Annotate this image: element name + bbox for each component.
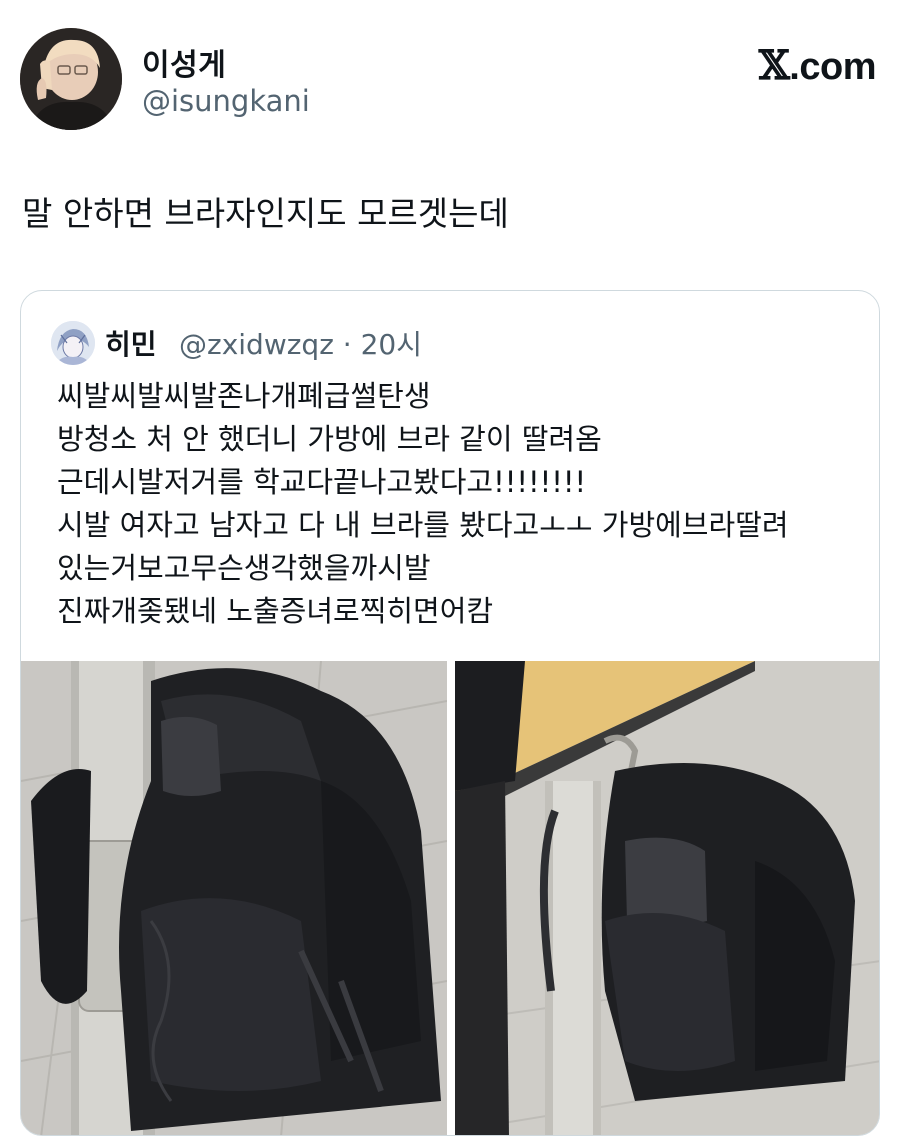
quoted-text-line: 진짜개좆됐네 노출증녀로찍히면어캄 <box>57 594 494 628</box>
backpack-photo-icon <box>21 661 447 1135</box>
profile-photo-icon[interactable] <box>20 28 122 130</box>
anime-avatar-icon[interactable] <box>51 321 95 365</box>
quoted-text-line: 있는거보고무슨생각했을까시발 <box>57 551 431 585</box>
backpack-photo-icon <box>455 661 879 1135</box>
x-logo-icon: 𝕏 <box>758 42 790 89</box>
quoted-text-line: 근데시발저거를 학교다끝나고봤다고!!!!!!!! <box>57 465 587 499</box>
quoted-media-grid <box>21 661 879 1135</box>
tweet-text: 말 안하면 브라자인지도 모르겟는데 <box>22 194 509 233</box>
quoted-display-name[interactable]: 히민 <box>105 323 157 363</box>
quoted-tweet-text: 씨발씨발씨발존나개폐급썰탄생 방청소 처 안 했더니 가방에 브라 같이 딸려옴… <box>57 375 867 633</box>
quoted-handle-time[interactable]: @zxidwzqz · 20시 <box>179 323 422 363</box>
quoted-text-line: 시발 여자고 남자고 다 내 브라를 봤다고ㅗㅗ 가방에브라딸려 <box>57 508 789 542</box>
quoted-tweet-card[interactable]: 히민 @zxidwzqz · 20시 씨발씨발씨발존나개폐급썰탄생 방청소 처 … <box>20 290 880 1136</box>
x-logo: 𝕏.com <box>758 42 877 89</box>
author-display-name[interactable]: 이성게 <box>142 40 226 84</box>
quoted-text-line: 씨발씨발씨발존나개폐급썰탄생 <box>57 379 431 413</box>
author-handle[interactable]: @isungkani <box>142 84 310 118</box>
backpack-photo-left[interactable] <box>21 661 447 1135</box>
tweet-header: 이성게 @isungkani 𝕏.com <box>20 28 880 132</box>
backpack-photo-right[interactable] <box>455 661 879 1135</box>
x-logo-domain: .com <box>789 46 876 88</box>
quoted-text-line: 방청소 처 안 했더니 가방에 브라 같이 딸려옴 <box>57 422 602 456</box>
